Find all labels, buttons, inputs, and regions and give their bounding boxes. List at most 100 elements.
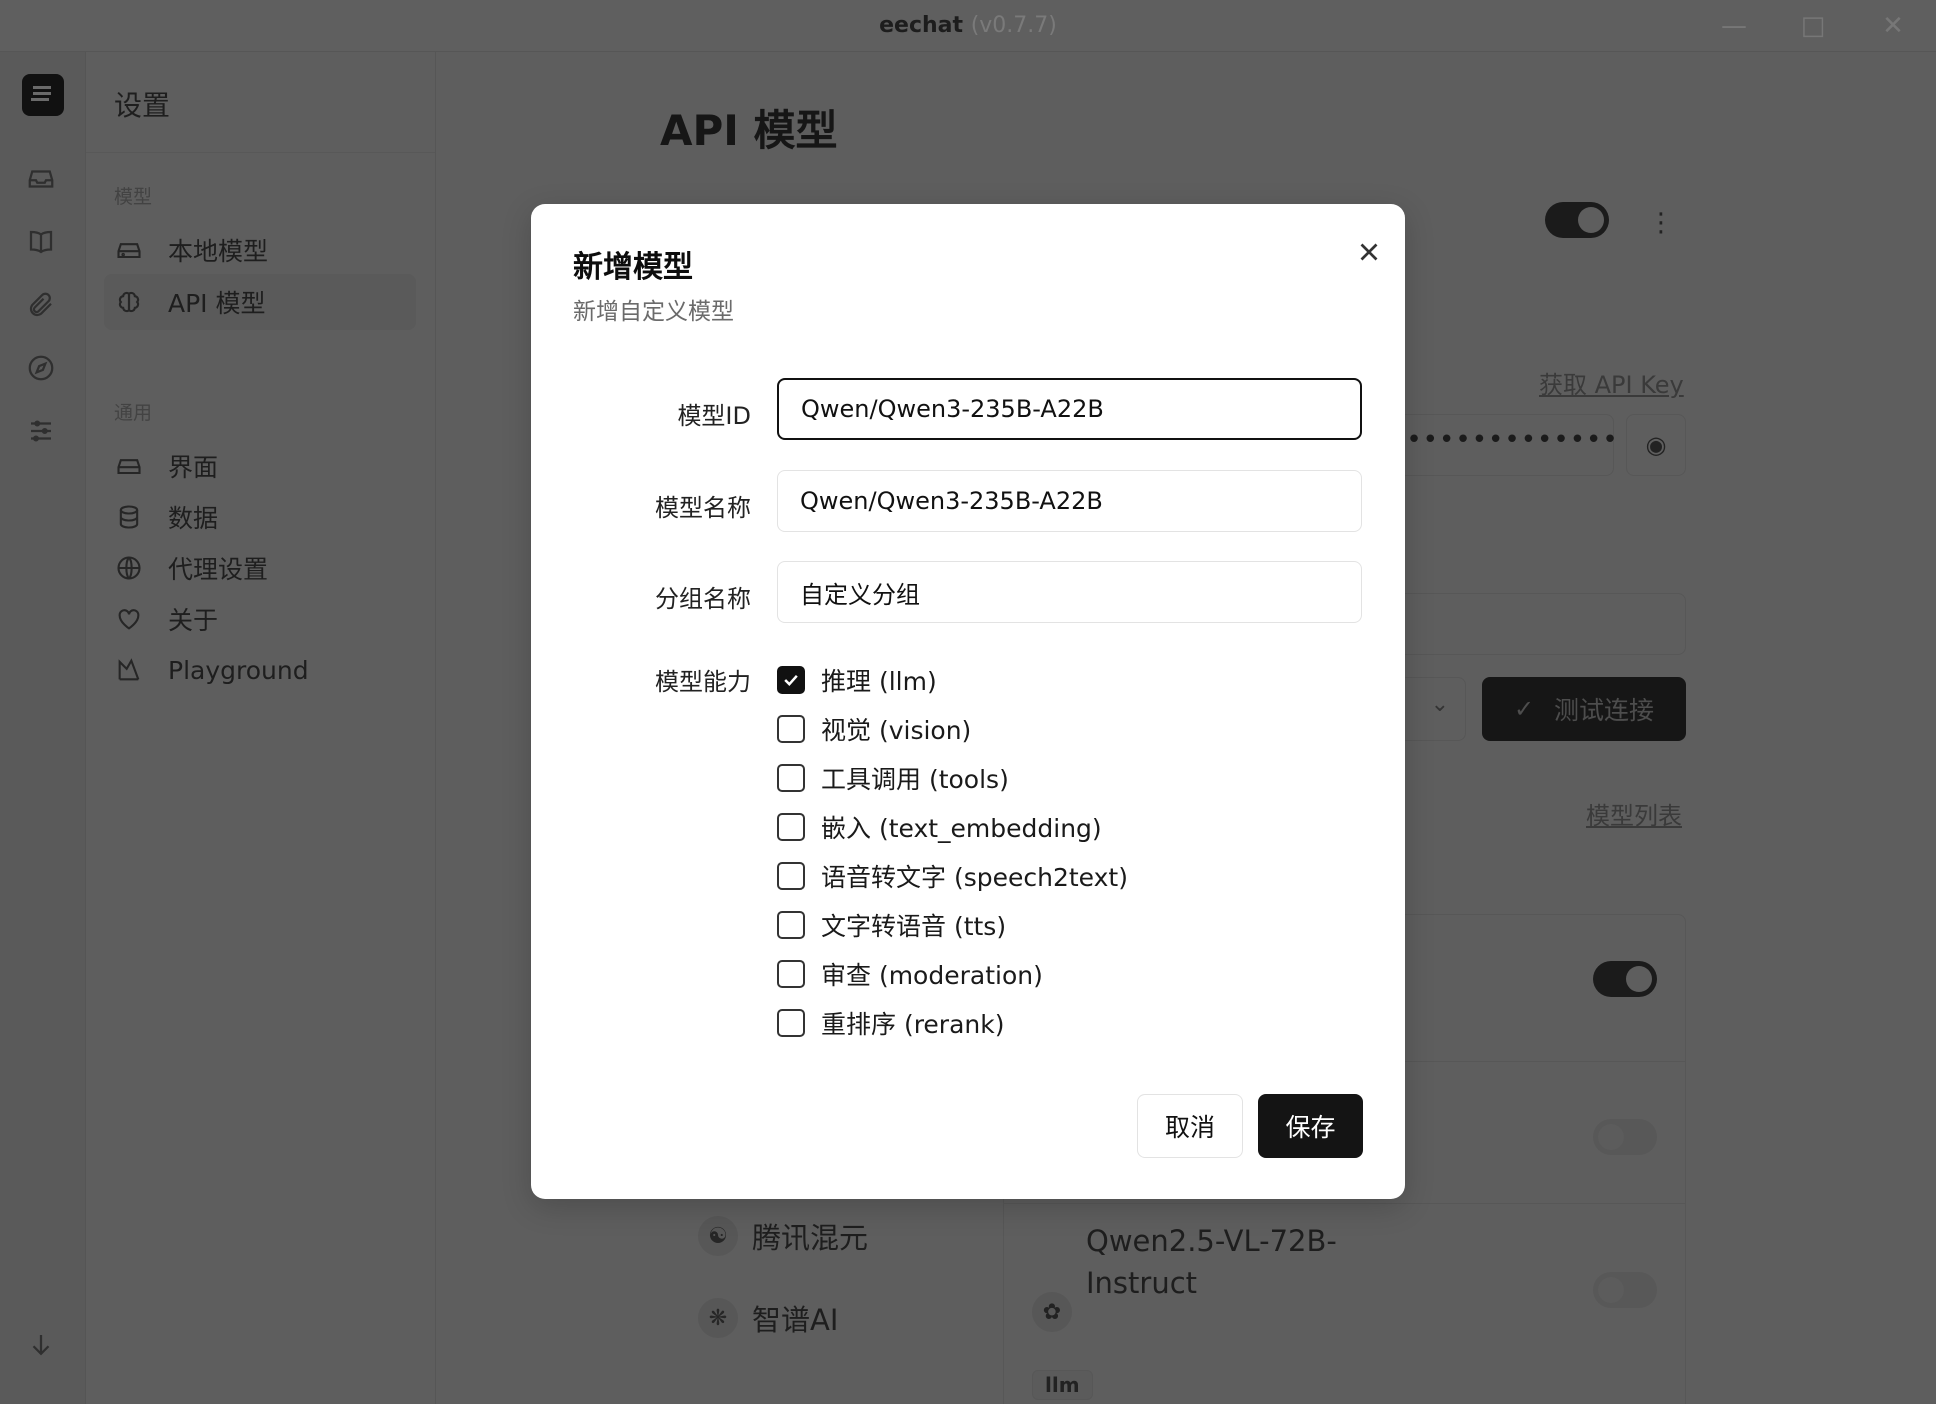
checkbox[interactable] (777, 911, 805, 939)
test-connection-button[interactable]: ✓ 测试连接 (1482, 677, 1686, 741)
checkbox-checked[interactable] (777, 666, 805, 694)
sidebar-item-proxy[interactable]: 代理设置 (104, 540, 416, 596)
dialog-title: 新增模型 (573, 250, 693, 285)
divider (1003, 1203, 1686, 1204)
test-connection-label: 测试连接 (1554, 696, 1655, 725)
sidebar-item-interface[interactable]: 界面 (104, 438, 416, 494)
capability-checkbox-tts[interactable]: 文字转语音 (tts) (777, 907, 1006, 943)
close-window-icon[interactable]: ✕ (1878, 12, 1908, 40)
sidebar-item-label: 界面 (168, 453, 219, 482)
divider (86, 152, 435, 153)
capability-checkbox-moderation[interactable]: 审查 (moderation) (777, 956, 1043, 992)
window-title: eechat (v0.7.7) (0, 13, 1936, 38)
checkbox[interactable] (777, 1009, 805, 1037)
sidebar-item-label: Playground (168, 655, 309, 685)
paperclip-icon[interactable] (26, 290, 60, 324)
group-name-label: 分组名称 (655, 585, 751, 613)
sidebar-item-label: 本地模型 (168, 237, 269, 266)
maximize-icon[interactable]: □ (1798, 12, 1828, 40)
save-button[interactable]: 保存 (1258, 1094, 1363, 1158)
capability-label: 重排序 (rerank) (821, 1010, 1005, 1039)
capability-label: 工具调用 (tools) (821, 765, 1009, 794)
book-icon[interactable] (26, 227, 60, 261)
section-label-general: 通用 (114, 402, 153, 424)
settings-title: 设置 (114, 89, 171, 122)
capability-checkbox-vision[interactable]: 视觉 (vision) (777, 711, 971, 747)
more-options-icon[interactable]: ⋮ (1648, 208, 1674, 238)
sidebar-item-local-models[interactable]: 本地模型 (104, 222, 416, 278)
sliders-icon[interactable] (26, 416, 60, 450)
capability-label: 审查 (moderation) (821, 961, 1043, 990)
sidebar-item-label: API 模型 (168, 289, 266, 318)
zhipu-logo-icon: ❋ (698, 1298, 738, 1338)
cancel-button[interactable]: 取消 (1137, 1094, 1243, 1158)
heart-icon (114, 604, 144, 634)
capability-checkbox-text-embedding[interactable]: 嵌入 (text_embedding) (777, 809, 1102, 845)
compass-icon[interactable] (26, 353, 60, 387)
minimize-icon[interactable]: — (1719, 12, 1749, 40)
eye-icon: ◉ (1645, 431, 1667, 459)
checkbox[interactable] (777, 960, 805, 988)
model-logo-icon: ✿ (1032, 1292, 1072, 1332)
drive-icon (114, 451, 144, 481)
close-icon[interactable] (1351, 234, 1387, 270)
provider-name: 腾讯混元 (752, 1221, 869, 1255)
model-id-label: 模型ID (677, 402, 751, 430)
model-name: Qwen2.5-VL-72B-Instruct (1086, 1224, 1337, 1300)
chevron-down-icon: ⌄ (1430, 692, 1449, 717)
page-title: API 模型 (660, 106, 838, 155)
provider-item-hunyuan[interactable]: ☯ 腾讯混元 (698, 1215, 868, 1257)
title-bar: eechat (v0.7.7) — □ ✕ (0, 0, 1936, 52)
checkbox[interactable] (777, 813, 805, 841)
capability-label: 文字转语音 (tts) (821, 912, 1007, 941)
sidebar-item-playground[interactable]: Playground (104, 642, 416, 698)
capability-badge: llm (1032, 1370, 1093, 1400)
toggle-visibility-button[interactable]: ◉ (1626, 414, 1686, 476)
add-model-dialog: 新增模型 新增自定义模型 模型ID 模型名称 分组名称 模型能力 推理 (llm… (531, 204, 1405, 1199)
app-version: (v0.7.7) (970, 13, 1057, 38)
checkbox[interactable] (777, 862, 805, 890)
model-list-link[interactable]: 模型列表 (1586, 796, 1682, 831)
capability-checkbox-llm[interactable]: 推理 (llm) (777, 662, 937, 698)
brain-icon (114, 287, 144, 317)
app-name: eechat (879, 13, 964, 38)
drive-icon (114, 235, 144, 265)
model-id-input[interactable] (777, 378, 1362, 440)
sidebar-item-api-models[interactable]: API 模型 (104, 274, 416, 330)
sidebar-item-label: 代理设置 (168, 555, 269, 584)
arrow-down-icon[interactable] (26, 1330, 60, 1364)
capability-checkbox-tools[interactable]: 工具调用 (tools) (777, 760, 1009, 796)
capabilities-label: 模型能力 (655, 668, 751, 696)
group-name-input[interactable] (777, 561, 1362, 623)
provider-item-zhipu[interactable]: ❋ 智谱AI (698, 1297, 838, 1339)
checkbox[interactable] (777, 715, 805, 743)
sidebar-item-label: 关于 (168, 606, 219, 635)
globe-icon (114, 553, 144, 583)
provider-enable-toggle[interactable] (1545, 202, 1609, 238)
capability-label: 视觉 (vision) (821, 716, 972, 745)
section-label-models: 模型 (114, 186, 153, 208)
capability-checkbox-speech2text[interactable]: 语音转文字 (speech2text) (777, 858, 1128, 894)
model-name-input[interactable] (777, 470, 1362, 532)
sidebar-item-data[interactable]: 数据 (104, 489, 416, 545)
dialog-subtitle: 新增自定义模型 (573, 299, 734, 325)
inbox-icon[interactable] (26, 164, 60, 198)
sidebar-item-about[interactable]: 关于 (104, 591, 416, 647)
get-api-key-link[interactable]: 获取 API Key (1539, 365, 1684, 400)
settings-sidebar: 设置 模型 本地模型 API 模型 通用 界面 数据 代理设置 关于 Playg… (86, 52, 436, 1404)
icon-rail (0, 52, 86, 1404)
checkbox[interactable] (777, 764, 805, 792)
model-toggle[interactable] (1593, 1272, 1657, 1308)
app-logo-icon[interactable] (22, 74, 64, 116)
playground-icon (114, 655, 144, 685)
model-toggle[interactable] (1593, 961, 1657, 997)
capability-label: 嵌入 (text_embedding) (821, 814, 1102, 843)
model-name-label: 模型名称 (655, 494, 751, 522)
capability-checkbox-rerank[interactable]: 重排序 (rerank) (777, 1005, 1004, 1041)
sidebar-item-label: 数据 (168, 504, 219, 533)
capability-label: 语音转文字 (speech2text) (821, 863, 1128, 892)
capability-label: 推理 (llm) (821, 667, 937, 696)
model-toggle[interactable] (1593, 1119, 1657, 1155)
database-icon (114, 502, 144, 532)
provider-name: 智谱AI (752, 1303, 839, 1337)
